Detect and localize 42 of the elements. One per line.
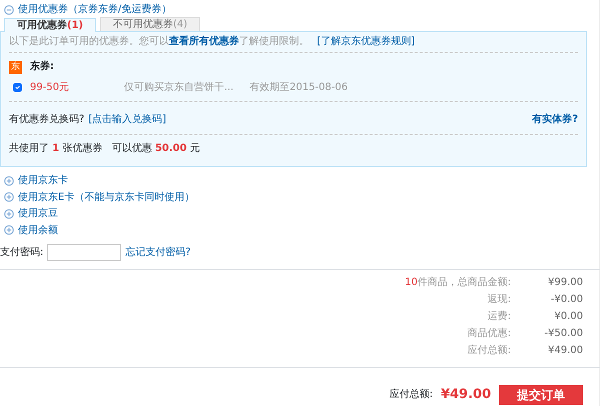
section-toggle-link[interactable]: 使用优惠券（京券东券/免运费券） xyxy=(18,4,172,16)
store-badge: 东 xyxy=(9,60,22,74)
coupon-rules-link[interactable]: [了解京东优惠券规则] xyxy=(317,36,415,48)
enter-code-link[interactable]: [点击输入兑换码] xyxy=(88,114,166,126)
intro-text: 以下是此订单可用的优惠券。您可以 xyxy=(9,36,169,48)
option-link[interactable]: 使用京东E卡（不能与京东卡同时使用） xyxy=(18,192,194,203)
total-label: 10件商品，总商品金额: xyxy=(404,276,511,288)
total-value: ¥99.00 xyxy=(547,276,583,288)
coupon-scope: 仅可购买京东自营饼干... xyxy=(124,82,234,93)
coupon-tab[interactable]: 可用优惠券(1) xyxy=(4,18,96,32)
total-value: ¥0.00 xyxy=(553,310,583,322)
option-link[interactable]: 使用余额 xyxy=(18,224,58,236)
coupon-summary: 共使用了 1 张优惠券 可以优惠 50.00 元 xyxy=(9,142,201,156)
intro-text: 了解使用限制。 xyxy=(239,36,309,48)
submit-order-button[interactable]: 提交订单 xyxy=(499,385,583,405)
coupon-checkbox[interactable] xyxy=(13,82,22,92)
group-title: 东券: xyxy=(30,61,54,73)
coupon-validity: 有效期至2015-08-06 xyxy=(250,82,348,93)
password-field[interactable] xyxy=(47,244,122,261)
option-link[interactable]: 使用京豆 xyxy=(18,208,58,220)
plus-icon[interactable] xyxy=(4,208,14,219)
total-label: 返现: xyxy=(488,294,511,306)
total-label: 运费: xyxy=(488,310,511,322)
total-label: 商品优惠: xyxy=(468,328,511,340)
password-label: 支付密码: xyxy=(0,246,44,258)
payable-label: 应付总额: xyxy=(389,389,433,401)
plus-icon[interactable] xyxy=(4,192,14,202)
total-value: ¥49.00 xyxy=(547,344,583,356)
coupon-name: 99-50元 xyxy=(30,82,70,93)
payable-amount: ¥49.00 xyxy=(440,388,491,402)
total-label: 应付总额: xyxy=(468,344,511,356)
view-coupons-link[interactable]: 查看所有优惠券 xyxy=(169,36,239,48)
code-prompt: 有优惠券兑换码? xyxy=(9,114,84,126)
total-value: -¥0.00 xyxy=(550,294,583,306)
minus-icon[interactable] xyxy=(4,4,14,15)
total-value: -¥50.00 xyxy=(543,328,583,340)
plus-icon[interactable] xyxy=(4,225,14,236)
option-link[interactable]: 使用京东卡 xyxy=(18,175,68,186)
plus-icon[interactable] xyxy=(4,176,14,186)
physical-coupon-link[interactable]: 有实体券? xyxy=(532,114,578,126)
coupon-tab[interactable]: 不可用优惠券(4) xyxy=(100,16,200,31)
forgot-password-link[interactable]: 忘记支付密码? xyxy=(125,246,191,258)
